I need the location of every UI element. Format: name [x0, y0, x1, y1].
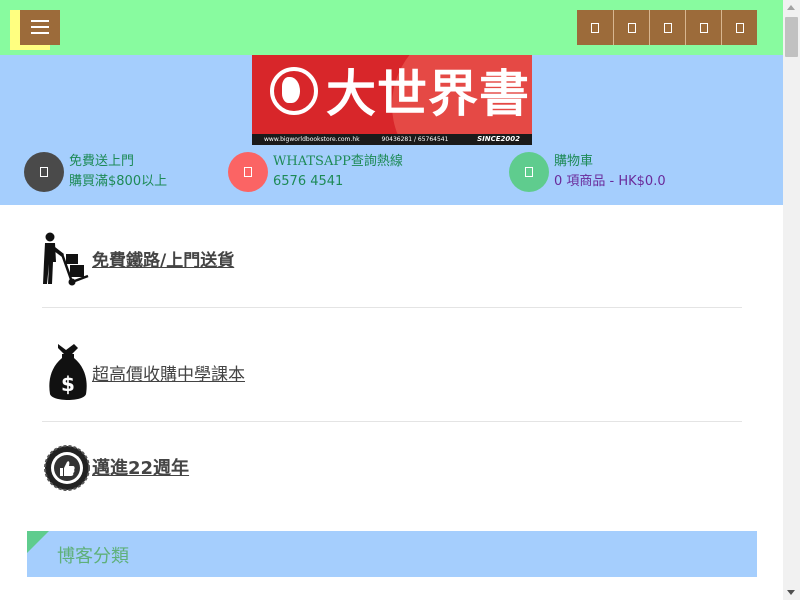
logo-phone: 90436281 / 65764541 — [381, 136, 449, 143]
logo-footer-strip: www.bigworldbookstore.com.hk 90436281 / … — [252, 134, 532, 145]
globe-icon — [270, 67, 318, 115]
corner-accent — [27, 531, 49, 553]
anniversary-link[interactable]: 邁進22週年 — [92, 454, 189, 480]
instagram-icon[interactable] — [649, 10, 685, 45]
free-delivery-link[interactable]: 免費鐵路/上門送貨 — [92, 246, 234, 271]
email-icon[interactable] — [721, 10, 757, 45]
blog-category-title: 博客分類 — [57, 546, 129, 567]
whatsapp-icon — [228, 152, 268, 192]
youtube-icon[interactable] — [685, 10, 721, 45]
free-delivery-title: 免費送上門 — [69, 154, 135, 169]
twitter-icon[interactable] — [613, 10, 649, 45]
menu-button[interactable] — [20, 10, 60, 45]
cart-title: 購物車 — [554, 154, 594, 169]
truck-icon — [24, 152, 64, 192]
hamburger-icon-bar — [31, 32, 49, 34]
social-links — [577, 10, 757, 45]
textbook-buyback-link[interactable]: 超高價收購中學課本 — [92, 360, 245, 385]
svg-text:$: $ — [61, 372, 75, 396]
facebook-icon[interactable] — [577, 10, 613, 45]
hamburger-icon-bar — [31, 26, 49, 28]
top-bar — [0, 0, 783, 55]
delivery-worker-icon — [43, 232, 89, 286]
logo-url: www.bigworldbookstore.com.hk — [264, 136, 360, 143]
cart-icon — [509, 152, 549, 192]
whatsapp-title: WHATSAPP查詢熱線 — [273, 154, 403, 169]
scroll-thumb[interactable] — [785, 17, 798, 57]
logo-title: 大世界書店 — [326, 64, 530, 145]
free-delivery-info[interactable]: 免費送上門 購買滿$800以上 — [24, 152, 167, 192]
scroll-down-arrow-icon[interactable] — [787, 590, 795, 595]
whatsapp-number: 6576 4541 — [273, 174, 344, 189]
cart-summary: 0 項商品 - HK$0.0 — [554, 174, 666, 189]
free-delivery-subtitle: 購買滿$800以上 — [69, 174, 168, 189]
cart-info[interactable]: 購物車 0 項商品 - HK$0.0 — [509, 152, 666, 192]
feature-textbook-buyback: $ 超高價收購中學課本 — [42, 340, 742, 422]
scroll-up-arrow-icon[interactable] — [787, 5, 795, 10]
store-logo[interactable]: 大世界書店 www.bigworldbookstore.com.hk 90436… — [252, 55, 532, 145]
feature-anniversary: 邁進22週年 — [42, 440, 742, 500]
blog-category-header: 博客分類 — [27, 531, 757, 577]
best-choice-badge-icon — [44, 445, 90, 491]
header-band: 大世界書店 www.bigworldbookstore.com.hk 90436… — [0, 55, 783, 205]
money-bag-icon: $ — [49, 344, 87, 400]
whatsapp-info[interactable]: WHATSAPP查詢熱線 6576 4541 — [228, 152, 403, 192]
page-scrollbar[interactable] — [783, 0, 800, 600]
hamburger-icon — [31, 20, 49, 22]
feature-free-delivery: 免費鐵路/上門送貨 — [42, 230, 742, 308]
logo-since: SINCE2002 — [477, 135, 520, 143]
